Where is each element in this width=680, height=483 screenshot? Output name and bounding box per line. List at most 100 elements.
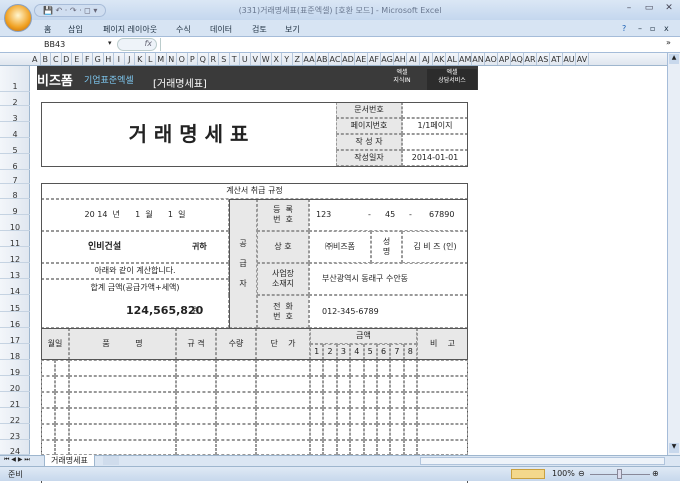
- column-header[interactable]: Z: [293, 53, 303, 65]
- tab-insert[interactable]: 삽입: [68, 24, 83, 35]
- row-header[interactable]: 15: [0, 295, 30, 313]
- column-header[interactable]: B: [41, 53, 51, 65]
- row-header[interactable]: 10: [0, 215, 30, 232]
- close-button[interactable]: ✕: [660, 3, 678, 16]
- row-header[interactable]: 17: [0, 328, 30, 345]
- insert-function-button[interactable]: fx: [117, 38, 157, 51]
- vertical-scrollbar[interactable]: ▲ ▼: [667, 53, 680, 455]
- formula-input[interactable]: [160, 38, 665, 51]
- office-button[interactable]: [4, 4, 32, 32]
- row-header[interactable]: 20: [0, 376, 30, 393]
- column-header[interactable]: AR: [524, 53, 537, 65]
- column-header[interactable]: Y: [282, 53, 293, 65]
- column-header[interactable]: G: [93, 53, 104, 65]
- row-header[interactable]: 11: [0, 231, 30, 248]
- column-header[interactable]: F: [83, 53, 93, 65]
- column-header[interactable]: AK: [433, 53, 446, 65]
- column-header[interactable]: O: [177, 53, 188, 65]
- row-header[interactable]: 7: [0, 170, 30, 185]
- workbook-close-button[interactable]: x: [664, 24, 669, 33]
- column-header[interactable]: W: [261, 53, 272, 65]
- row-header[interactable]: 12: [0, 247, 30, 264]
- column-header[interactable]: P: [188, 53, 198, 65]
- zoom-out-icon[interactable]: ⊖: [578, 469, 585, 478]
- row-header[interactable]: 2: [0, 92, 30, 107]
- column-header[interactable]: AJ: [420, 53, 433, 65]
- column-header[interactable]: AV: [576, 53, 589, 65]
- minimize-button[interactable]: –: [620, 3, 638, 16]
- column-header[interactable]: M: [156, 53, 167, 65]
- scroll-up-icon[interactable]: ▲: [669, 54, 679, 64]
- column-header[interactable]: T: [230, 53, 240, 65]
- zoom-in-icon[interactable]: ⊕: [652, 469, 659, 478]
- column-header[interactable]: S: [219, 53, 230, 65]
- excel-consult-button[interactable]: 엑셀 상담서비스: [427, 69, 477, 90]
- row-header[interactable]: 6: [0, 154, 30, 171]
- tab-review[interactable]: 검토: [252, 24, 267, 35]
- row-header[interactable]: 24: [0, 440, 30, 456]
- name-box[interactable]: BB43: [4, 38, 116, 51]
- excel-knowledge-button[interactable]: 엑셀 지식IN: [383, 69, 421, 85]
- row-header[interactable]: 1: [0, 66, 30, 92]
- tab-formulas[interactable]: 수식: [176, 24, 191, 35]
- column-header[interactable]: R: [209, 53, 219, 65]
- tab-view[interactable]: 보기: [285, 24, 300, 35]
- column-header[interactable]: Q: [198, 53, 209, 65]
- horizontal-scrollbar[interactable]: [420, 457, 665, 465]
- column-header[interactable]: AA: [303, 53, 316, 65]
- column-header[interactable]: AC: [329, 53, 342, 65]
- column-header[interactable]: K: [135, 53, 146, 65]
- row-header[interactable]: 16: [0, 312, 30, 329]
- column-header[interactable]: AO: [485, 53, 498, 65]
- column-header[interactable]: N: [167, 53, 177, 65]
- column-header[interactable]: E: [72, 53, 83, 65]
- row-header[interactable]: 18: [0, 344, 30, 361]
- column-header[interactable]: AF: [368, 53, 381, 65]
- name-box-dropdown-icon[interactable]: ▾: [108, 39, 112, 47]
- row-header[interactable]: 13: [0, 263, 30, 280]
- expand-formula-bar-icon[interactable]: »: [666, 38, 671, 47]
- column-header[interactable]: L: [146, 53, 156, 65]
- help-icon[interactable]: ?: [622, 24, 626, 33]
- column-header[interactable]: AP: [498, 53, 511, 65]
- row-header[interactable]: 4: [0, 122, 30, 139]
- column-header[interactable]: AH: [394, 53, 407, 65]
- row-header[interactable]: 5: [0, 138, 30, 155]
- workbook-restore-button[interactable]: ▫: [650, 24, 655, 33]
- row-header[interactable]: 21: [0, 392, 30, 409]
- row-header[interactable]: 3: [0, 106, 30, 123]
- zoom-thumb[interactable]: [617, 469, 622, 479]
- column-header[interactable]: AB: [316, 53, 329, 65]
- scroll-down-icon[interactable]: ▼: [669, 443, 679, 453]
- column-header[interactable]: AS: [537, 53, 550, 65]
- column-header[interactable]: D: [62, 53, 72, 65]
- tab-page-layout[interactable]: 페이지 레이아웃: [103, 24, 157, 35]
- column-header[interactable]: AM: [459, 53, 472, 65]
- tab-home[interactable]: 홈: [44, 24, 51, 35]
- view-buttons[interactable]: [511, 469, 545, 479]
- column-header[interactable]: AE: [355, 53, 368, 65]
- column-header[interactable]: A: [30, 53, 41, 65]
- column-header[interactable]: AT: [550, 53, 563, 65]
- sheet-nav-icons[interactable]: ⏮ ◀ ▶ ⏭: [4, 456, 30, 464]
- column-header[interactable]: V: [251, 53, 261, 65]
- column-header[interactable]: I: [114, 53, 125, 65]
- column-header[interactable]: H: [104, 53, 114, 65]
- row-header[interactable]: 22: [0, 408, 30, 425]
- column-header[interactable]: AU: [563, 53, 576, 65]
- column-header[interactable]: X: [272, 53, 282, 65]
- zoom-level[interactable]: 100%: [552, 469, 575, 478]
- column-header[interactable]: AD: [342, 53, 355, 65]
- tab-data[interactable]: 데이터: [210, 24, 232, 35]
- column-header[interactable]: U: [240, 53, 251, 65]
- workbook-minimize-button[interactable]: –: [638, 24, 642, 33]
- column-header[interactable]: J: [125, 53, 135, 65]
- quick-access-toolbar[interactable]: 💾 ↶ · ↷ · ◻ ▾: [34, 4, 107, 17]
- column-header[interactable]: AG: [381, 53, 394, 65]
- column-header[interactable]: AQ: [511, 53, 524, 65]
- column-header[interactable]: C: [51, 53, 62, 65]
- row-header[interactable]: 14: [0, 279, 30, 296]
- row-header[interactable]: 8: [0, 184, 30, 200]
- column-header[interactable]: AL: [446, 53, 459, 65]
- row-header[interactable]: 9: [0, 199, 30, 216]
